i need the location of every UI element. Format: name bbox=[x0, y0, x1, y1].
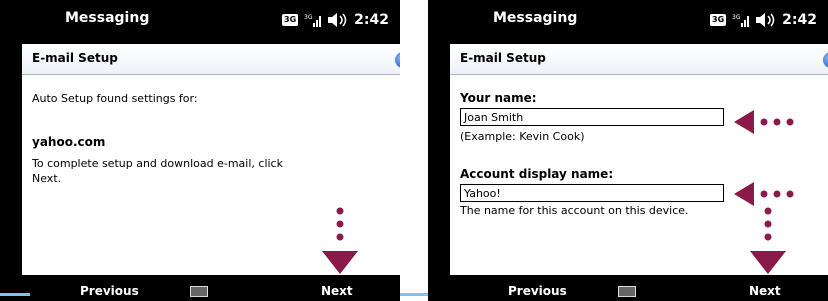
speaker-icon bbox=[756, 13, 775, 27]
status-area: 3G 3G 2:42 bbox=[282, 11, 389, 29]
down-arrow-pointer-icon bbox=[322, 207, 358, 274]
network-3g-icon: 3G bbox=[282, 14, 299, 26]
your-name-label: Your name: bbox=[460, 91, 537, 105]
previous-softkey[interactable]: Previous bbox=[80, 284, 139, 298]
signal-badge-label: 3G bbox=[304, 14, 313, 21]
next-softkey[interactable]: Next bbox=[749, 284, 781, 298]
instruction-line-2: Next. bbox=[32, 172, 62, 185]
account-display-name-input[interactable]: Yahoo! bbox=[460, 184, 724, 202]
phone-screen-auto-setup: Messaging 3G 3G 2:42 E-mail Setup ? Auto… bbox=[0, 0, 400, 301]
network-3g-icon: 3G bbox=[710, 14, 727, 26]
signal-icon: 3G bbox=[732, 14, 750, 27]
clock: 2:42 bbox=[782, 12, 817, 28]
help-icon[interactable]: ? bbox=[395, 52, 400, 68]
softkey-bar: Previous Next bbox=[0, 276, 400, 301]
setup-header: E-mail Setup ? bbox=[450, 44, 828, 75]
softkey-bar: Previous Next bbox=[428, 276, 828, 301]
your-name-example: (Example: Kevin Cook) bbox=[460, 130, 585, 143]
down-arrow-pointer-icon bbox=[750, 207, 786, 274]
auto-setup-message: Auto Setup found settings for: bbox=[32, 92, 198, 105]
title-bar: Messaging 3G 3G 2:42 bbox=[428, 0, 828, 40]
account-name-hint: The name for this account on this device… bbox=[460, 204, 689, 217]
clock: 2:42 bbox=[354, 12, 389, 28]
detected-domain: yahoo.com bbox=[32, 135, 106, 149]
previous-softkey[interactable]: Previous bbox=[508, 284, 567, 298]
app-title: Messaging bbox=[65, 10, 150, 26]
account-display-name-label: Account display name: bbox=[460, 167, 614, 181]
keyboard-icon[interactable] bbox=[190, 286, 208, 297]
instruction-line-1: To complete setup and download e-mail, c… bbox=[32, 157, 283, 170]
accent-line bbox=[400, 293, 428, 296]
help-icon[interactable]: ? bbox=[823, 52, 828, 68]
signal-icon: 3G bbox=[304, 14, 322, 27]
app-title: Messaging bbox=[493, 10, 578, 26]
setup-header: E-mail Setup ? bbox=[22, 44, 400, 75]
status-area: 3G 3G 2:42 bbox=[710, 11, 817, 29]
speaker-icon bbox=[328, 13, 347, 27]
left-arrow-pointer-icon bbox=[734, 110, 794, 134]
your-name-input[interactable]: Joan Smith bbox=[460, 108, 724, 126]
phone-screen-account-setup: Messaging 3G 3G 2:42 E-mail Setup ? Your… bbox=[428, 0, 828, 301]
next-softkey[interactable]: Next bbox=[321, 284, 353, 298]
accent-line bbox=[0, 293, 30, 296]
signal-badge-label: 3G bbox=[732, 14, 741, 21]
title-bar: Messaging 3G 3G 2:42 bbox=[0, 0, 400, 40]
page-title: E-mail Setup bbox=[32, 51, 118, 65]
keyboard-icon[interactable] bbox=[618, 286, 636, 297]
page-title: E-mail Setup bbox=[460, 51, 546, 65]
